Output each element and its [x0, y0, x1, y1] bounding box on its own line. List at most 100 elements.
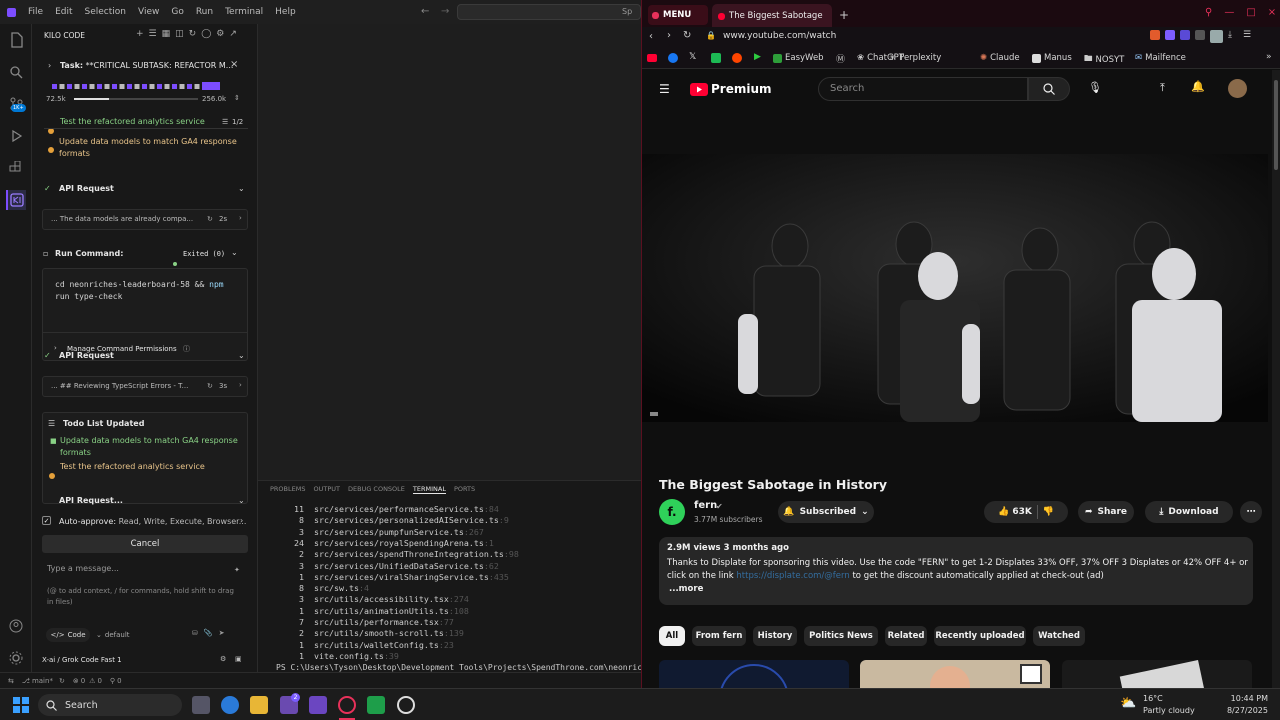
status-errors[interactable]: 0 — [81, 677, 85, 685]
database-icon[interactable]: ⛁ — [192, 629, 198, 637]
youtube-search-input[interactable]: Search — [818, 77, 1028, 101]
auto-approve-checkbox[interactable]: ✓ — [42, 516, 51, 525]
file-path[interactable]: src/services/spendThroneIntegration.ts — [314, 549, 504, 559]
history-icon[interactable]: ↻ — [189, 29, 197, 39]
weather-temp[interactable]: 16°C — [1143, 694, 1163, 703]
status-branch[interactable]: main* — [32, 677, 53, 685]
editor-area[interactable] — [258, 24, 641, 480]
reddit-bookmark-icon[interactable] — [732, 53, 742, 63]
status-warnings[interactable]: 0 — [97, 677, 101, 685]
vscode-taskbar-icon[interactable] — [309, 696, 327, 714]
profile-selector[interactable]: ⌄ default — [96, 628, 130, 642]
bookmark-perplexity[interactable]: ✳ Perplexity — [889, 53, 941, 63]
share-button[interactable]: ➦ Share — [1078, 501, 1134, 523]
task-close-icon[interactable]: × — [230, 59, 238, 70]
kilo-code-icon[interactable] — [6, 190, 26, 210]
tab-debug-console[interactable]: DEBUG CONSOLE — [348, 485, 405, 494]
api-request-3-label[interactable]: API Request... — [59, 496, 123, 505]
taskbar-search[interactable]: Search — [38, 694, 182, 716]
play-bookmark-icon[interactable]: ▶ — [754, 52, 761, 62]
terminal-app-icon[interactable] — [367, 696, 385, 714]
minimize-icon[interactable]: — — [1224, 7, 1234, 18]
extension-eye-icon[interactable] — [1165, 30, 1175, 40]
browser-menu-icon[interactable]: ☰ — [1243, 30, 1251, 43]
tab-output[interactable]: OUTPUT — [313, 485, 340, 494]
menu-go[interactable]: Go — [165, 7, 189, 17]
channel-name[interactable]: fern — [694, 500, 717, 511]
account-avatar[interactable] — [1228, 79, 1247, 98]
page-scrollbar[interactable] — [1272, 70, 1280, 688]
file-path[interactable]: vite.config.ts — [314, 651, 384, 661]
tab-problems[interactable]: PROBLEMS — [270, 485, 305, 494]
chip-recently-uploaded[interactable]: Recently uploaded — [934, 626, 1026, 646]
chip-related[interactable]: Related — [885, 626, 927, 646]
chip-watched[interactable]: Watched — [1033, 626, 1085, 646]
modes-icon[interactable]: ◫ — [175, 29, 184, 39]
kick-bookmark-icon[interactable] — [711, 53, 721, 63]
menu-selection[interactable]: Selection — [79, 7, 132, 17]
panel-settings-icon[interactable]: ⚙ — [216, 29, 224, 39]
explorer-icon[interactable] — [6, 30, 26, 50]
cancel-button[interactable]: Cancel — [42, 535, 248, 553]
notifications-bell-icon[interactable]: 🔔 — [1191, 80, 1205, 93]
extension-bracket-icon[interactable] — [1180, 30, 1190, 40]
menu-help[interactable]: Help — [269, 7, 302, 17]
clock-time[interactable]: 10:44 PM — [1228, 694, 1268, 703]
file-path[interactable]: src/utils/performance.tsx — [314, 617, 439, 627]
run-debug-icon[interactable] — [6, 126, 26, 146]
chip-history[interactable]: History — [753, 626, 797, 646]
youtube-search-button[interactable] — [1028, 77, 1070, 101]
chevron-down-icon[interactable]: ⌄ — [238, 184, 245, 193]
search-icon[interactable] — [6, 62, 26, 82]
more-bookmarks-icon[interactable]: » — [1266, 52, 1272, 62]
send-icon[interactable]: ➤ — [219, 629, 225, 637]
branch-icon[interactable]: ⎇ — [22, 677, 30, 685]
file-explorer-icon[interactable] — [250, 696, 268, 714]
auto-approve[interactable]: Auto-approve: Read, Write, Execute, Brow… — [59, 517, 246, 526]
profile-avatar[interactable] — [1210, 30, 1223, 43]
file-path[interactable]: src/utils/accessibility.tsx — [314, 594, 449, 604]
mode-selector[interactable]: </> Code — [46, 628, 90, 642]
like-button[interactable]: 👍 63K — [998, 507, 1032, 517]
create-upload-icon[interactable]: ⤒ — [1160, 81, 1165, 95]
command-center-search[interactable]: Sp — [457, 4, 641, 20]
chip-all[interactable]: All — [659, 626, 685, 646]
opera-gx-icon[interactable] — [338, 696, 356, 714]
info-icon[interactable]: ⓘ — [183, 344, 190, 354]
github-desktop-icon[interactable] — [397, 696, 415, 714]
popout-icon[interactable]: ↗ — [229, 29, 237, 39]
description-link[interactable]: https://displate.com/@fern — [736, 571, 849, 581]
model-settings-icon[interactable]: ⚙ — [220, 655, 226, 663]
recommended-thumbnail[interactable] — [659, 660, 849, 688]
image-icon[interactable]: ▣ — [235, 655, 242, 663]
file-path[interactable]: src/services/UnifiedDataService.ts — [314, 561, 484, 571]
x-bookmark-icon[interactable]: 𝕏 — [689, 52, 696, 62]
chevron-down-icon[interactable]: ⌄ — [231, 248, 238, 257]
menu-file[interactable]: File — [22, 7, 49, 17]
show-more-link[interactable]: ...more — [669, 584, 703, 594]
hamburger-menu-icon[interactable]: ☰ — [659, 82, 670, 96]
chip-from-fern[interactable]: From fern — [692, 626, 746, 646]
maximize-icon[interactable]: □ — [1246, 7, 1255, 18]
youtube-bookmark-icon[interactable] — [647, 54, 657, 62]
more-actions-button[interactable]: ⋯ — [1240, 501, 1262, 523]
browser-tab-active[interactable]: The Biggest Sabotage — [712, 4, 832, 28]
bookmark-claude[interactable]: ✺ Claude — [980, 53, 1020, 63]
close-icon[interactable]: × — [1268, 7, 1276, 18]
chevron-down-icon[interactable]: ⌄ — [238, 496, 245, 505]
condense-icon[interactable]: ⇕ — [234, 94, 240, 102]
wordpress-bookmark-icon[interactable]: Ⓜ — [836, 52, 845, 65]
file-path[interactable]: src/utils/walletConfig.ts — [314, 640, 439, 650]
scrollbar-thumb[interactable] — [1274, 80, 1278, 170]
nav-back-icon[interactable]: ← — [421, 6, 429, 17]
description-box[interactable]: 2.9M views 3 months ago Thanks to Displa… — [659, 537, 1253, 605]
chevron-down-icon[interactable]: ⌄ — [238, 351, 245, 360]
browser-menu-button[interactable]: MENU — [648, 5, 708, 25]
reload-icon[interactable]: ↻ — [683, 30, 691, 41]
channel-avatar[interactable]: f. — [659, 499, 685, 525]
bookmark-mailfence[interactable]: ✉ Mailfence — [1135, 53, 1186, 63]
chevron-right-icon[interactable]: › — [54, 344, 57, 352]
url-field[interactable]: www.youtube.com/watch — [723, 31, 836, 41]
file-path[interactable]: src/utils/animationUtils.ts — [314, 606, 449, 616]
download-icon[interactable]: ⤓ — [1228, 30, 1232, 43]
